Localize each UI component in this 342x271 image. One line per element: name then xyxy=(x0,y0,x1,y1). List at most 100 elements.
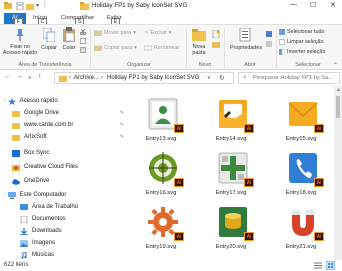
open-icon[interactable] xyxy=(266,31,272,37)
close-button[interactable]: ✕ xyxy=(330,1,336,9)
new-folder-icon xyxy=(192,29,206,41)
sidebar-item-music[interactable]: Músicas xyxy=(20,250,126,260)
sidebar-item-desktop[interactable]: Área de Trabalho xyxy=(20,202,126,212)
chevron-down-icon: › xyxy=(4,98,6,104)
sidebar-item-creative-cloud[interactable]: Creative Cloud Files xyxy=(12,162,126,172)
cut-icon[interactable] xyxy=(80,29,86,35)
folder-icon xyxy=(12,122,20,129)
properties-button[interactable]: Propriedades xyxy=(226,27,266,59)
select-all-label: Selecionar tudo xyxy=(287,29,325,35)
details-view-icon[interactable] xyxy=(314,262,322,269)
pin-quick-access-button[interactable]: Fixar no Acesso rápido xyxy=(2,27,38,61)
paste-shortcut-icon[interactable] xyxy=(80,47,86,53)
illustrator-badge-icon: Ai xyxy=(314,232,324,241)
sidebar-item-pictures[interactable]: Imagens xyxy=(20,238,126,248)
copy-button[interactable]: Copiar xyxy=(40,27,58,57)
back-arrow-icon[interactable]: ← xyxy=(4,73,11,80)
recent-locations-icon[interactable]: ∨ xyxy=(28,75,32,81)
onedrive-icon xyxy=(12,178,20,185)
rename-button[interactable]: Renomear xyxy=(144,45,179,51)
scrollbar-thumb[interactable] xyxy=(336,96,340,118)
quick-access-dropdown-icon[interactable]: ▾ xyxy=(36,2,39,9)
group-divider xyxy=(90,28,91,68)
sidebar-item-carde[interactable]: www.carde.com.br ✎ xyxy=(12,120,126,130)
clear-selection-button[interactable]: Limpar seleção xyxy=(279,39,324,45)
search-input[interactable]: ⌕ Pesquisar Holiday FP1 by Sa... xyxy=(238,72,340,84)
properties-icon[interactable] xyxy=(16,2,24,10)
address-field[interactable]: › Archive... › Holiday FP1 by Saby IconS… xyxy=(54,72,234,84)
sidebar-item-box-sync[interactable]: Box Sync xyxy=(12,148,126,158)
breadcrumb-separator-icon: › xyxy=(69,75,71,81)
clear-selection-icon xyxy=(279,39,285,45)
invert-selection-button[interactable]: Inverter seleção xyxy=(279,49,325,55)
illustrator-badge-icon: Ai xyxy=(174,232,184,241)
file-item[interactable]: Ai Entry16.svg xyxy=(136,148,186,202)
select-all-button[interactable]: Selecionar tudo xyxy=(279,29,324,35)
file-item[interactable]: Ai Entry20.svg xyxy=(206,202,256,256)
status-bar: 622 itens xyxy=(0,260,342,271)
new-folder-icon[interactable] xyxy=(26,2,34,10)
downloads-icon xyxy=(20,227,28,235)
clear-selection-label: Limpar seleção xyxy=(287,39,324,45)
address-dropdown-icon[interactable]: ∨ xyxy=(207,75,211,81)
sidebar-item-quick-access[interactable]: › Acesso rápido xyxy=(4,96,126,106)
item-count: 622 itens xyxy=(4,262,29,268)
file-item[interactable]: Ai Entry19.svg xyxy=(136,202,186,256)
easy-access-icon[interactable] xyxy=(212,41,220,49)
file-item[interactable]: Ai Entry13.svg xyxy=(136,94,186,148)
copy-icon xyxy=(43,28,55,42)
breadcrumb-item[interactable]: Holiday FP1 by Saby IconSet SVG xyxy=(107,75,199,81)
copy-to-label: Copiar para xyxy=(104,45,133,51)
sidebar-item-label: Músicas xyxy=(32,252,55,258)
move-to-label: Mover para xyxy=(104,30,132,36)
navigation-pane: › Acesso rápido Google Drive ✎ www.carde… xyxy=(0,90,126,260)
file-item[interactable]: Ai Entry17.svg xyxy=(206,148,256,202)
address-bar: ← → ∨ ↑ › Archive... › Holiday FP1 by Sa… xyxy=(0,70,342,86)
large-icons-view-icon[interactable] xyxy=(326,261,335,270)
sidebar-item-this-pc[interactable]: › Este Computador xyxy=(4,190,126,200)
edit-icon[interactable] xyxy=(266,41,272,47)
illustrator-badge-icon: Ai xyxy=(174,124,184,133)
illustrator-badge-icon: Ai xyxy=(174,178,184,187)
illustrator-badge-icon: Ai xyxy=(314,124,324,133)
scroll-up-arrow-icon[interactable]: ▲ xyxy=(336,87,341,93)
properties-icon xyxy=(239,28,251,42)
file-item[interactable]: Ai Entry14.svg xyxy=(206,94,256,148)
delete-label: Excluir xyxy=(150,30,167,36)
illustrator-badge-icon: Ai xyxy=(244,232,254,241)
paste-button[interactable]: Colar xyxy=(60,27,78,57)
forward-arrow-icon[interactable]: → xyxy=(16,73,23,80)
sidebar-item-google-drive[interactable]: Google Drive ✎ xyxy=(12,108,126,118)
sidebar-item-label: Downloads xyxy=(32,228,62,234)
sidebar-item-onedrive[interactable]: OneDrive xyxy=(12,176,126,186)
file-item[interactable]: Ai Entry15.svg xyxy=(276,94,326,148)
minimize-button[interactable]: — xyxy=(290,1,297,8)
rename-icon xyxy=(144,45,152,51)
new-folder-button[interactable]: Nova pasta xyxy=(188,27,210,59)
file-name: Entry19.svg xyxy=(145,244,177,250)
sidebar-item-downloads[interactable]: Downloads xyxy=(20,226,126,236)
file-item[interactable]: Ai Entry18.svg xyxy=(276,148,326,202)
properties-label: Propriedades xyxy=(229,45,263,51)
up-arrow-icon[interactable]: ↑ xyxy=(38,73,42,80)
delete-button[interactable]: ✕ Excluir ▾ xyxy=(144,30,171,36)
ribbon-tabs: Ar F Início C Compartilhar S Exibir E xyxy=(0,13,342,26)
collapse-ribbon-icon[interactable]: ⌃ xyxy=(333,62,338,69)
ribbon: Fixar no Acesso rápido Copiar Colar Área… xyxy=(0,24,342,70)
file-name: Entry18.svg xyxy=(285,190,317,196)
sidebar-item-label: ArtixSoft xyxy=(24,134,47,140)
file-item[interactable]: Ai Entry21.svg xyxy=(276,202,326,256)
star-icon xyxy=(7,97,16,105)
rename-label: Renomear xyxy=(154,45,180,51)
refresh-icon[interactable]: ↻ xyxy=(219,74,225,82)
breadcrumb-item[interactable]: Archive... xyxy=(74,75,99,81)
new-item-icon[interactable] xyxy=(212,30,220,38)
sidebar-item-documents[interactable]: Documentos xyxy=(20,214,126,224)
copy-to-button[interactable]: Copiar para ▾ xyxy=(94,45,137,51)
copy-to-icon xyxy=(94,45,102,51)
paste-label: Colar xyxy=(62,45,76,51)
maximize-button[interactable]: ☐ xyxy=(310,1,316,9)
move-to-button[interactable]: Mover para ▾ xyxy=(94,30,136,36)
copy-path-icon[interactable] xyxy=(80,38,86,44)
sidebar-item-artixsoft[interactable]: ArtixSoft ✎ xyxy=(12,132,126,142)
